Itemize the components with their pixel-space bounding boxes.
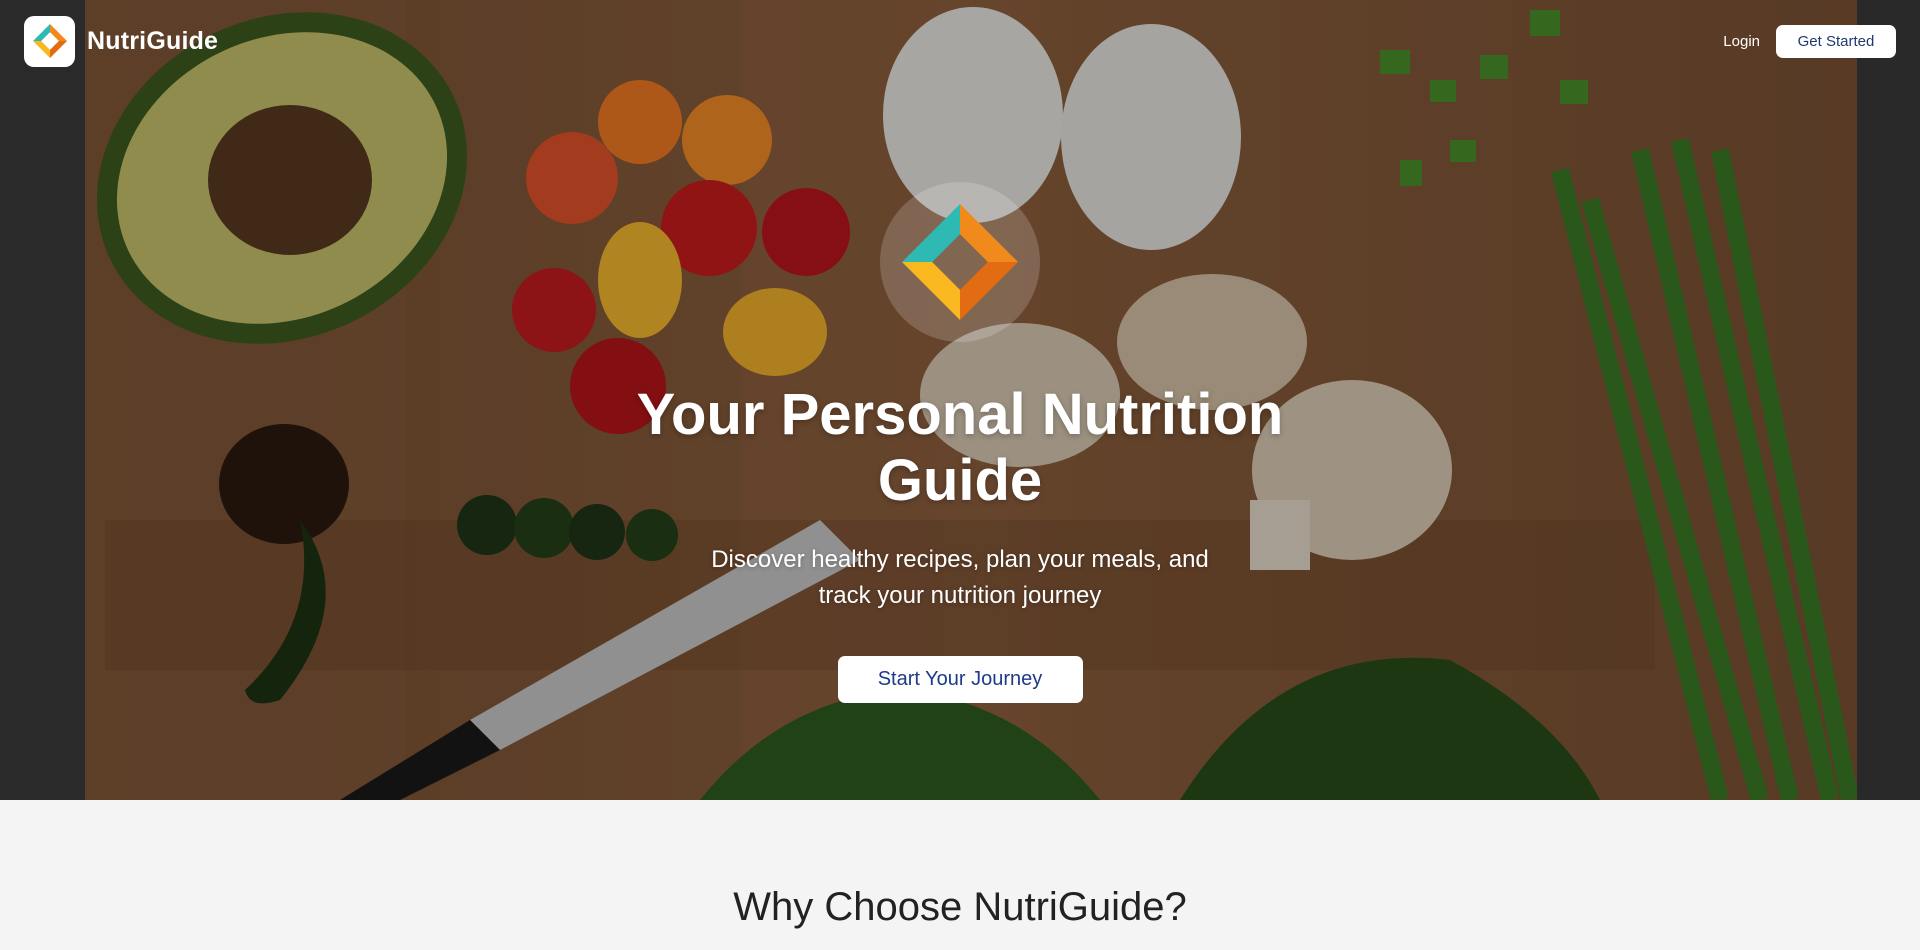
brand[interactable]: NutriGuide <box>24 15 219 67</box>
get-started-button[interactable]: Get Started <box>1776 24 1896 58</box>
diamond-logo-icon <box>880 182 1040 342</box>
start-journey-button[interactable]: Start Your Journey <box>837 656 1083 703</box>
hero-subtitle: Discover healthy recipes, plan your meal… <box>711 546 1209 609</box>
brand-name: NutriGuide <box>87 26 219 55</box>
diamond-logo-icon <box>24 15 75 67</box>
why-section: Why Choose NutriGuide? <box>0 800 1920 950</box>
hero-content: Your Personal Nutrition Guide Discover h… <box>0 182 1920 703</box>
hero-title: Your Personal Nutrition Guide <box>636 382 1284 513</box>
top-navigation: NutriGuide Login Get Started <box>0 0 1920 82</box>
login-button[interactable]: Login <box>1723 27 1760 56</box>
hero-section: NutriGuide Login Get Started Your Person… <box>0 0 1920 800</box>
why-title: Why Choose NutriGuide? <box>733 885 1187 929</box>
nav-actions: Login Get Started <box>1723 24 1896 58</box>
